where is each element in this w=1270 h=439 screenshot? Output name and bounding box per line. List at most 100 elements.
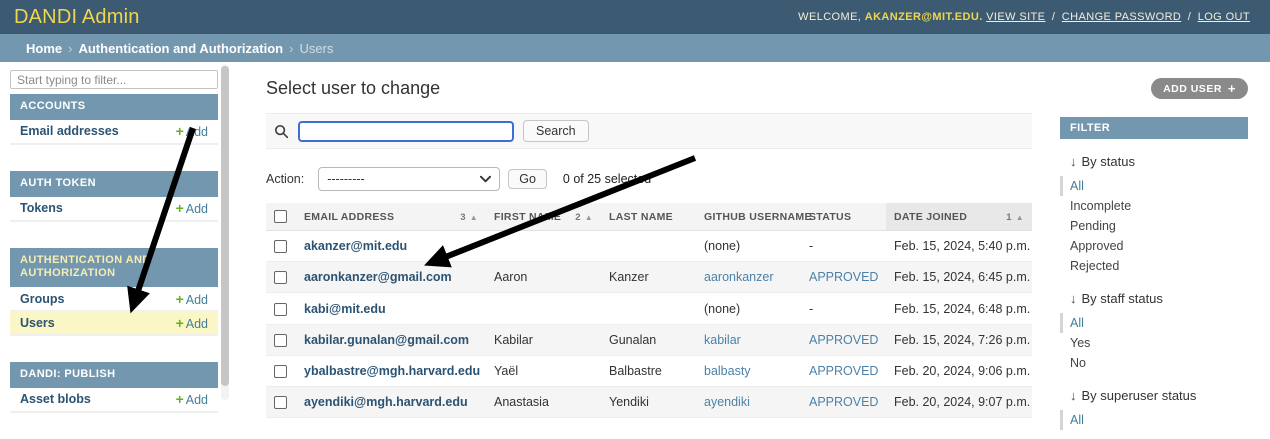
table-row: ybalbastre@mgh.harvard.edu Yaël Balbastr…	[266, 355, 1032, 386]
sidebar-item-tokens[interactable]: Tokens +Add	[10, 197, 218, 221]
user-email-link[interactable]: ayendiki@mgh.harvard.edu	[304, 395, 468, 409]
plus-icon: +	[176, 200, 184, 216]
sidebar-filter-input[interactable]	[10, 70, 218, 89]
date-joined-cell: Feb. 20, 2024, 9:06 p.m.	[886, 355, 1032, 386]
breadcrumb: Home › Authentication and Authorization …	[0, 34, 1270, 62]
row-checkbox[interactable]	[274, 396, 287, 409]
filter-option-pending[interactable]: Pending	[1060, 216, 1248, 236]
filter-option-no[interactable]: No	[1060, 353, 1248, 373]
arrow-down-icon: ↓	[1070, 154, 1077, 169]
plus-icon: +	[1228, 81, 1236, 96]
model-link[interactable]: Tokens	[20, 201, 63, 215]
add-email-address-link[interactable]: +Add	[176, 123, 208, 139]
github-username-cell: (none)	[696, 293, 801, 324]
search-button[interactable]: Search	[523, 120, 589, 142]
last-name-cell: Kanzer	[601, 262, 696, 293]
app-title[interactable]: DANDI Admin	[14, 6, 140, 29]
last-name-cell: Gunalan	[601, 324, 696, 355]
filter-option-rejected[interactable]: Rejected	[1060, 256, 1248, 276]
user-email-link[interactable]: ybalbastre@mgh.harvard.edu	[304, 364, 480, 378]
module-caption: ACCOUNTS	[10, 94, 218, 120]
column-header-first-name[interactable]: FIRST NAME2▲	[486, 203, 601, 231]
filter-option-approved[interactable]: Approved	[1060, 236, 1248, 256]
add-group-link[interactable]: +Add	[176, 291, 208, 307]
github-username-link[interactable]: kabilar	[704, 333, 741, 347]
table-header-row: EMAIL ADDRESS3▲ FIRST NAME2▲ LAST NAME G…	[266, 203, 1032, 231]
status-cell: APPROVED	[801, 387, 886, 418]
log-out-link[interactable]: LOG OUT	[1198, 11, 1250, 23]
action-select[interactable]: ---------	[318, 167, 500, 191]
select-all-checkbox[interactable]	[274, 210, 287, 223]
github-username-link[interactable]: ayendiki	[704, 395, 750, 409]
sidebar-item-users[interactable]: Users +Add	[10, 311, 218, 335]
add-asset-blob-link[interactable]: +Add	[176, 391, 208, 407]
model-link[interactable]: Groups	[20, 292, 64, 306]
sidebar-module-dandi-publish: DANDI: PUBLISH Asset blobs +Add	[10, 362, 218, 413]
column-header-status[interactable]: STATUS	[801, 203, 886, 231]
sort-indicator[interactable]: 1▲	[1006, 211, 1024, 223]
row-checkbox[interactable]	[274, 303, 287, 316]
change-password-link[interactable]: CHANGE PASSWORD	[1062, 11, 1181, 23]
column-header-date-joined[interactable]: DATE JOINED1▲	[886, 203, 1032, 231]
scrollbar-thumb[interactable]	[221, 66, 229, 386]
sidebar-item-groups[interactable]: Groups +Add	[10, 287, 218, 311]
first-name-cell: Aaron	[486, 262, 601, 293]
sidebar-module-accounts: ACCOUNTS Email addresses +Add	[10, 94, 218, 145]
filter-option-all[interactable]: All	[1060, 176, 1248, 196]
model-link[interactable]: Asset blobs	[20, 392, 91, 406]
filter-option-all[interactable]: All	[1060, 410, 1248, 430]
row-checkbox[interactable]	[274, 334, 287, 347]
last-name-cell: Yendiki	[601, 387, 696, 418]
github-username-link[interactable]: balbasty	[704, 364, 751, 378]
sidebar-item-email-addresses[interactable]: Email addresses +Add	[10, 120, 218, 144]
selection-note: 0 of 25 selected	[563, 172, 651, 186]
column-header-github-username[interactable]: GITHUB USERNAME	[696, 203, 801, 231]
model-link[interactable]: Users	[20, 316, 55, 330]
row-checkbox[interactable]	[274, 365, 287, 378]
nav-sidebar: ACCOUNTS Email addresses +Add AUTH TOKEN…	[10, 70, 218, 439]
filter-option-yes[interactable]: Yes	[1060, 333, 1248, 353]
sort-indicator[interactable]: 2▲	[575, 211, 593, 223]
search-input[interactable]	[298, 121, 514, 142]
sort-indicator[interactable]: 3▲	[460, 211, 478, 223]
user-tools: WELCOME, AKANZER@MIT.EDU. VIEW SITE / CH…	[798, 11, 1250, 23]
main-content: Select user to change Search Action: ---…	[266, 62, 1032, 418]
column-header-last-name[interactable]: LAST NAME	[601, 203, 696, 231]
column-header-email[interactable]: EMAIL ADDRESS3▲	[296, 203, 486, 231]
user-email-link[interactable]: aaronkanzer@gmail.com	[304, 270, 452, 284]
last-name-cell	[601, 231, 696, 262]
filter-option-incomplete[interactable]: Incomplete	[1060, 196, 1248, 216]
filter-group-superuser-status: ↓By superuser status All	[1060, 388, 1248, 430]
user-email-link[interactable]: akanzer@mit.edu	[304, 239, 407, 253]
add-user-button[interactable]: ADD USER +	[1151, 78, 1248, 99]
row-checkbox[interactable]	[274, 240, 287, 253]
first-name-cell: Yaël	[486, 355, 601, 386]
sidebar-scrollbar[interactable]	[221, 64, 229, 400]
plus-icon: +	[176, 391, 184, 407]
breadcrumb-home[interactable]: Home	[26, 41, 62, 56]
view-site-link[interactable]: VIEW SITE	[986, 11, 1045, 23]
page-title: Select user to change	[266, 62, 1032, 99]
first-name-cell	[486, 293, 601, 324]
user-email-link[interactable]: kabi@mit.edu	[304, 302, 386, 316]
table-row: akanzer@mit.edu (none) - Feb. 15, 2024, …	[266, 231, 1032, 262]
status-cell: APPROVED	[801, 355, 886, 386]
filter-group-status: ↓By status All Incomplete Pending Approv…	[1060, 154, 1248, 276]
go-button[interactable]: Go	[508, 169, 547, 189]
github-username-cell: (none)	[696, 231, 801, 262]
user-table: EMAIL ADDRESS3▲ FIRST NAME2▲ LAST NAME G…	[266, 203, 1032, 418]
search-icon	[274, 124, 289, 139]
breadcrumb-auth-app[interactable]: Authentication and Authorization	[78, 41, 283, 56]
row-checkbox[interactable]	[274, 271, 287, 284]
filter-option-all[interactable]: All	[1060, 313, 1248, 333]
add-user-link[interactable]: +Add	[176, 315, 208, 331]
table-row: kabilar.gunalan@gmail.com Kabilar Gunala…	[266, 324, 1032, 355]
plus-icon: +	[176, 123, 184, 139]
user-email-link[interactable]: kabilar.gunalan@gmail.com	[304, 333, 469, 347]
first-name-cell	[486, 231, 601, 262]
github-username-link[interactable]: aaronkanzer	[704, 270, 774, 284]
model-link[interactable]: Email addresses	[20, 124, 119, 138]
module-caption: DANDI: PUBLISH	[10, 362, 218, 388]
add-token-link[interactable]: +Add	[176, 200, 208, 216]
table-row: kabi@mit.edu (none) - Feb. 15, 2024, 6:4…	[266, 293, 1032, 324]
